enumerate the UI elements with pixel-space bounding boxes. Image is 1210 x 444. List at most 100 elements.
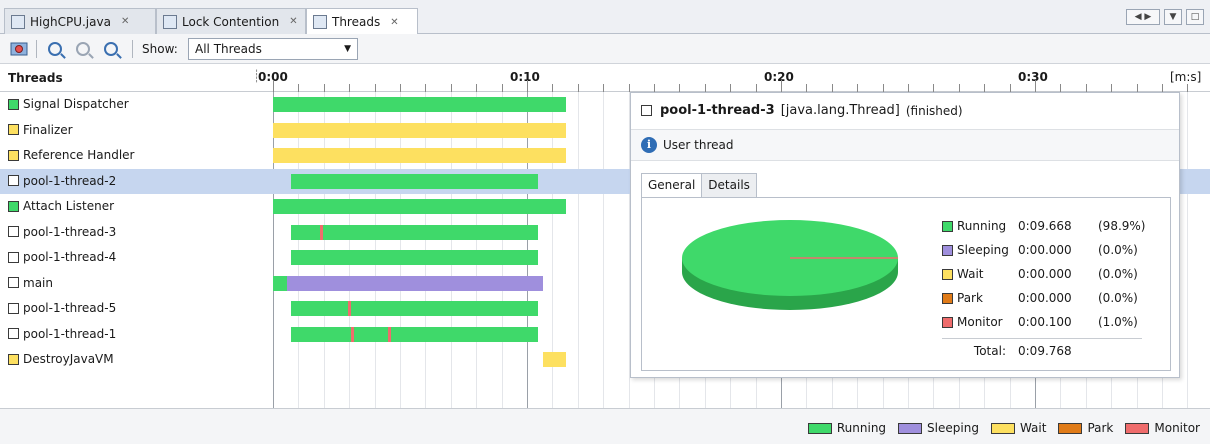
tab-details[interactable]: Details	[701, 173, 757, 197]
lock-icon	[163, 14, 177, 29]
timeline-header: Threads ┊ 0:00 0:10 0:20 0:30 [m:s]	[0, 64, 1210, 92]
state-swatch	[8, 98, 19, 110]
tick-mark	[1060, 84, 1061, 92]
monitor-segment[interactable]	[348, 301, 351, 316]
state-swatch	[8, 302, 19, 314]
sleeping-segment[interactable]	[287, 275, 543, 291]
tab-label: Threads	[332, 15, 381, 29]
close-icon[interactable]: ✕	[121, 16, 129, 27]
snapshot-icon	[10, 42, 28, 56]
state-name: Park	[957, 291, 983, 305]
legend-wait: Wait	[990, 421, 1046, 435]
thread-label: DestroyJavaVM	[23, 352, 114, 366]
tick-mark	[476, 84, 477, 92]
tick-mark	[425, 84, 426, 92]
running-segment[interactable]	[273, 97, 566, 112]
tick-mark	[603, 84, 604, 92]
state-time: 0:00.000	[1018, 291, 1072, 305]
thread-label: pool-1-thread-1	[23, 326, 117, 341]
tab-list-dropdown-button[interactable]: ▼	[1164, 9, 1182, 25]
zoom-fit-button[interactable]	[100, 38, 122, 60]
tick-mark	[933, 84, 934, 92]
monitor-segment[interactable]	[388, 326, 391, 342]
popup-tabs: General Details	[641, 173, 757, 197]
total-divider	[942, 338, 1142, 339]
close-icon[interactable]: ✕	[289, 16, 297, 27]
state-swatch	[8, 124, 19, 135]
total-value: 0:09.768	[1018, 344, 1072, 358]
tick-mark	[730, 84, 731, 92]
tab-threads[interactable]: Threads ✕	[306, 8, 418, 35]
tick-mark	[1137, 84, 1138, 92]
running-segment[interactable]	[273, 199, 566, 214]
tick-mark	[324, 84, 325, 92]
toolbar-separator	[132, 40, 133, 58]
tick-label: 0:30	[1018, 70, 1048, 84]
thread-name: Attach Listener	[8, 199, 114, 213]
state-legend-bar: Running Sleeping Wait Park Monitor	[0, 408, 1210, 444]
tick-mark	[273, 80, 274, 92]
maximize-button[interactable]: □	[1186, 9, 1204, 25]
legend-swatch	[1058, 422, 1083, 434]
tab-highcpu-java[interactable]: HighCPU.java ✕	[4, 8, 156, 34]
state-row-sleeping: Sleeping 0:00.000 (0.0%)	[942, 238, 1145, 262]
snapshot-button[interactable]	[8, 38, 30, 60]
state-swatch	[8, 226, 19, 237]
running-segment[interactable]	[291, 326, 538, 342]
total-row: Total: 0:09.768	[942, 344, 1072, 358]
thread-details-popup: pool-1-thread-3 [java.lang.Thread] (fini…	[630, 92, 1180, 378]
threads-column-title: Threads	[8, 71, 63, 85]
wait-segment[interactable]	[273, 148, 566, 163]
legend-sleeping: Sleeping	[898, 421, 979, 435]
running-segment[interactable]	[291, 301, 538, 316]
tick-mark	[1162, 84, 1163, 92]
wait-segment[interactable]	[543, 352, 566, 367]
tick-mark	[883, 84, 884, 92]
thread-label: Signal Dispatcher	[23, 97, 129, 111]
monitor-segment[interactable]	[351, 326, 354, 342]
thread-name: pool-1-thread-4	[8, 250, 116, 264]
tick-mark	[552, 84, 553, 92]
tick-mark	[375, 84, 376, 92]
thread-name: pool-1-thread-3	[8, 225, 116, 239]
tab-general[interactable]: General	[641, 173, 703, 197]
legend-park: Park	[1058, 421, 1113, 435]
thread-name: pool-1-thread-5	[8, 301, 116, 315]
state-swatch	[942, 220, 953, 232]
state-time: 0:00.000	[1018, 267, 1072, 281]
running-segment[interactable]	[291, 250, 538, 265]
state-name: Running	[957, 219, 1007, 233]
state-swatch	[8, 328, 19, 339]
thread-label: pool-1-thread-3	[23, 224, 117, 239]
running-segment[interactable]	[291, 224, 538, 240]
running-segment[interactable]	[273, 275, 287, 291]
scroll-tabs-button[interactable]: ◀ ▶	[1126, 9, 1160, 25]
monitor-segment[interactable]	[320, 224, 323, 240]
legend-swatch	[1125, 422, 1150, 434]
tab-lock-contention[interactable]: Lock Contention ✕	[156, 8, 306, 34]
tick-label: 0:20	[764, 70, 794, 84]
popup-thread-status: (finished)	[905, 103, 963, 118]
thread-name: Signal Dispatcher	[8, 97, 129, 111]
tick-mark	[1086, 84, 1087, 92]
running-segment[interactable]	[291, 173, 538, 189]
state-percent: (98.9%)	[1098, 219, 1146, 233]
state-row-running: Running 0:09.668 (98.9%)	[942, 214, 1145, 238]
state-row-park: Park 0:00.000 (0.0%)	[942, 286, 1145, 310]
toolbar-separator	[36, 40, 37, 58]
show-filter-select[interactable]: All Threads ▼	[188, 38, 358, 60]
zoom-fit-icon	[104, 42, 118, 56]
zoom-in-button[interactable]	[44, 38, 66, 60]
tick-mark	[578, 84, 579, 92]
legend-swatch	[898, 422, 923, 434]
state-swatch	[942, 268, 953, 280]
wait-segment[interactable]	[273, 122, 566, 138]
thread-name: main	[8, 276, 53, 290]
state-time: 0:00.000	[1018, 243, 1072, 257]
tick-label: 0:10	[510, 70, 540, 84]
zoom-out-icon	[76, 42, 90, 56]
state-swatch	[942, 292, 953, 304]
zoom-out-button[interactable]	[72, 38, 94, 60]
close-icon[interactable]: ✕	[390, 17, 398, 28]
tick-mark	[781, 80, 782, 92]
